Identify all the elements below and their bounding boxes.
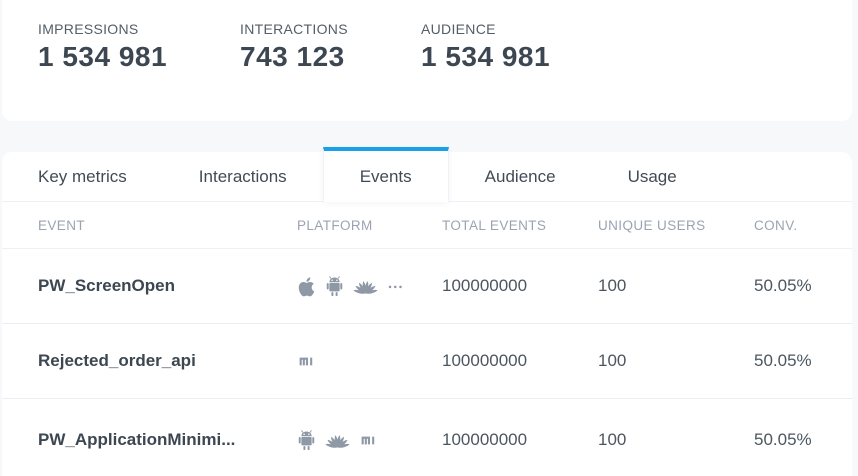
stat-impressions: IMPRESSIONS 1 534 981 [38,21,240,121]
column-header-conv: CONV. [754,218,816,233]
tab-interactions[interactable]: Interactions [163,152,323,201]
table-row[interactable]: Rejected_order_api 100000000 100 50.05% [2,324,852,399]
apple-icon [297,276,316,297]
stat-interactions: INTERACTIONS 743 123 [240,21,421,121]
stat-label: IMPRESSIONS [38,21,240,37]
tab-key-metrics[interactable]: Key metrics [2,152,163,201]
column-header-total-events: TOTAL EVENTS [442,218,598,233]
huawei-icon [353,276,378,297]
platforms-cell [297,430,442,451]
android-icon [325,276,344,297]
events-panel: Key metrics Interactions Events Audience… [2,152,852,476]
table-header-row: EVENT PLATFORM TOTAL EVENTS UNIQUE USERS… [2,202,852,249]
column-header-event: EVENT [38,218,297,233]
event-name: Rejected_order_api [38,351,297,371]
stat-value: 1 534 981 [421,41,816,73]
xiaomi-icon [297,351,318,372]
xiaomi-icon [359,430,380,451]
table-row[interactable]: PW_ScreenOpen 100000000 100 50.05% [2,249,852,324]
event-name: PW_ScreenOpen [38,276,297,296]
table-row[interactable]: PW_ApplicationMinimi... 100000000 100 50… [2,399,852,476]
stat-label: AUDIENCE [421,21,816,37]
unique-users-cell: 100 [598,430,754,450]
tab-usage[interactable]: Usage [592,152,713,201]
column-header-unique-users: UNIQUE USERS [598,218,754,233]
unique-users-cell: 100 [598,351,754,371]
conv-cell: 50.05% [754,430,816,450]
more-platforms-icon [387,276,405,297]
stat-audience: AUDIENCE 1 534 981 [421,21,816,121]
unique-users-cell: 100 [598,276,754,296]
platforms-cell [297,351,442,372]
stat-value: 743 123 [240,41,421,73]
conv-cell: 50.05% [754,276,816,296]
android-icon [297,430,316,451]
stat-label: INTERACTIONS [240,21,421,37]
conv-cell: 50.05% [754,351,816,371]
tabs-bar: Key metrics Interactions Events Audience… [2,152,852,202]
platforms-cell [297,276,442,297]
stat-value: 1 534 981 [38,41,240,73]
tab-audience[interactable]: Audience [449,152,592,201]
total-events-cell: 100000000 [442,430,598,450]
total-events-cell: 100000000 [442,276,598,296]
column-header-platform: PLATFORM [297,218,442,233]
page: IMPRESSIONS 1 534 981 INTERACTIONS 743 1… [0,0,858,476]
tab-events[interactable]: Events [323,147,449,202]
huawei-icon [325,430,350,451]
event-name: PW_ApplicationMinimi... [38,430,297,450]
stats-summary-card: IMPRESSIONS 1 534 981 INTERACTIONS 743 1… [2,0,852,121]
total-events-cell: 100000000 [442,351,598,371]
